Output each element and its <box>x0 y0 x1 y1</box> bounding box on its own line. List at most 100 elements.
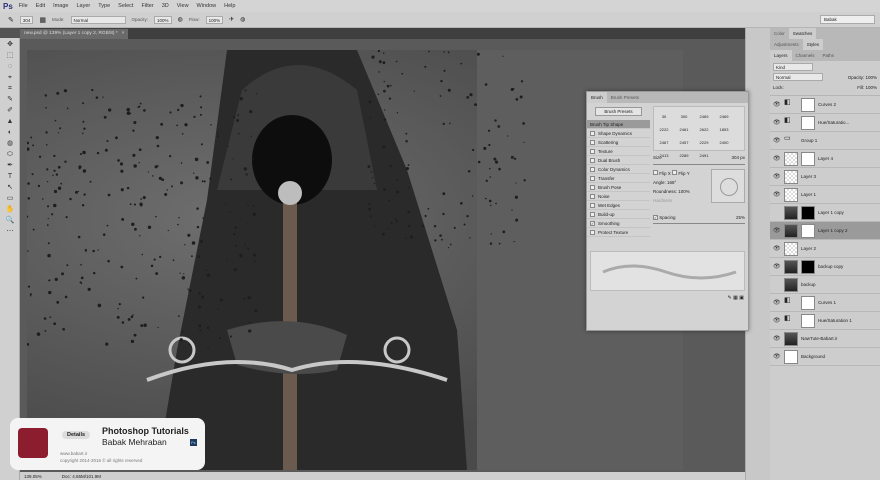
flip-y-checkbox[interactable] <box>672 170 678 175</box>
brush-option-row[interactable]: Build-up <box>587 210 650 219</box>
workspace-search[interactable]: Babak <box>820 15 875 24</box>
brush-option-row[interactable]: Protect Texture <box>587 228 650 237</box>
tab-swatches[interactable]: Swatches <box>788 28 817 39</box>
layer-name[interactable]: Background <box>801 354 825 359</box>
airbrush-icon[interactable]: ✈ <box>229 16 234 23</box>
tool-button[interactable]: ⋯ <box>4 227 16 236</box>
flow-field[interactable]: 100% <box>205 15 224 24</box>
document-canvas[interactable] <box>27 50 683 470</box>
layer-row[interactable]: 👁 Layer 2 <box>770 240 880 258</box>
visibility-eye-icon[interactable]: 👁 <box>773 101 781 108</box>
brush-tip-grid[interactable]: 30 300 2469 24692222 2461 2622 18532467 2457 222… <box>653 106 745 158</box>
visibility-eye-icon[interactable]: 👁 <box>773 155 781 162</box>
visibility-eye-icon[interactable]: 👁 <box>773 137 781 144</box>
brush-panel-toggle-icon[interactable]: ▦ <box>39 16 46 24</box>
brush-option-row[interactable]: Transfer <box>587 174 650 183</box>
visibility-eye-icon[interactable]: 👁 <box>773 119 781 126</box>
layer-row[interactable]: 👁 Background <box>770 348 880 366</box>
brush-option-row[interactable]: Noise <box>587 192 650 201</box>
tool-button[interactable]: ✒ <box>4 161 16 170</box>
brush-option-checkbox[interactable] <box>590 211 595 217</box>
layer-row[interactable]: 👁 Layer 1 copy 2 <box>770 222 880 240</box>
brush-option-checkbox[interactable] <box>590 148 595 154</box>
brush-tip[interactable]: 2491 <box>694 146 714 159</box>
menu-edit[interactable]: Edit <box>36 3 45 9</box>
brush-tip[interactable]: 2467 <box>654 133 674 146</box>
layer-name[interactable]: Layer 3 <box>801 174 816 179</box>
tab-adjustments[interactable]: Adjustments <box>770 39 803 50</box>
visibility-eye-icon[interactable]: 👁 <box>773 263 781 270</box>
size-field[interactable]: 304 px <box>731 155 745 160</box>
tool-button[interactable]: ↖ <box>4 183 16 192</box>
brush-size-picker[interactable]: 304 <box>19 15 34 24</box>
tab-brush[interactable]: Brush <box>587 92 607 103</box>
brush-tip[interactable]: 2400 <box>714 133 734 146</box>
brush-option-row[interactable]: Dual Brush <box>587 156 650 165</box>
tab-paths[interactable]: Paths <box>819 50 839 61</box>
tool-button[interactable]: T <box>4 172 16 181</box>
layer-name[interactable]: Hue/Saturatio... <box>818 120 849 125</box>
layer-name[interactable]: Layer 1 copy 2 <box>818 228 848 233</box>
tool-button[interactable]: ✥ <box>4 40 16 49</box>
brush-option-row[interactable]: Wet Edges <box>587 201 650 210</box>
document-tab[interactable]: new.psd @ 139% (Layer 1 copy 2, RGB/8) *… <box>20 29 129 39</box>
mode-select[interactable]: Normal <box>70 15 126 24</box>
visibility-eye-icon[interactable]: 👁 <box>773 245 781 252</box>
layer-name[interactable]: Curves 1 <box>818 300 836 305</box>
brush-option-checkbox[interactable] <box>590 166 595 172</box>
layer-row[interactable]: 👁 ◧ Hue/Saturation 1 <box>770 312 880 330</box>
brush-option-checkbox[interactable] <box>590 184 595 190</box>
tab-channels[interactable]: Channels <box>792 50 819 61</box>
brush-tip[interactable]: 2289 <box>674 146 694 159</box>
brush-option-row[interactable]: Shape Dynamics <box>587 129 650 138</box>
menu-window[interactable]: Window <box>197 3 217 9</box>
layer-filter-kind[interactable]: Kind <box>773 63 813 71</box>
visibility-eye-icon[interactable]: 👁 <box>773 317 781 324</box>
layer-mask-thumbnail[interactable] <box>801 97 815 112</box>
tab-color[interactable]: Color <box>770 28 789 39</box>
brush-tip[interactable]: 2461 <box>674 120 694 133</box>
tool-button[interactable]: ✎ <box>4 95 16 104</box>
size-slider[interactable] <box>653 164 745 165</box>
tool-button[interactable]: ⬭ <box>4 150 16 159</box>
tool-button[interactable]: ⬚ <box>4 51 16 60</box>
fill-field[interactable]: 100% <box>865 85 877 90</box>
layer-name[interactable]: Layer 2 <box>801 246 816 251</box>
menu-3d[interactable]: 3D <box>162 3 169 9</box>
visibility-eye-icon[interactable]: 👁 <box>773 227 781 234</box>
brush-option-checkbox[interactable] <box>590 157 595 163</box>
tool-button[interactable]: ◌ <box>4 62 16 71</box>
visibility-eye-icon[interactable]: 👁 <box>773 173 781 180</box>
tool-button[interactable]: ▲ <box>4 117 16 126</box>
pressure-size-icon[interactable]: ◍ <box>240 16 245 23</box>
brush-option-row[interactable]: Color Dynamics <box>587 165 650 174</box>
brush-tip[interactable]: 1853 <box>714 120 734 133</box>
layer-mask-thumbnail[interactable] <box>801 223 815 238</box>
brush-tip[interactable]: 2622 <box>694 120 714 133</box>
brush-tip[interactable]: 2469 <box>694 107 714 120</box>
opacity-field[interactable]: 100% <box>154 15 172 24</box>
brush-option-checkbox[interactable]: ✓ <box>590 220 595 226</box>
brush-tip[interactable]: 30 <box>654 107 674 120</box>
brush-tip[interactable]: 2222 <box>654 120 674 133</box>
menu-select[interactable]: Select <box>118 3 133 9</box>
brush-option-row[interactable]: Scattering <box>587 138 650 147</box>
brush-option-row[interactable]: Brush Pose <box>587 183 650 192</box>
layer-row[interactable]: 👁 Layer 3 <box>770 168 880 186</box>
brush-tip[interactable]: 2469 <box>714 107 734 120</box>
brush-option-checkbox[interactable] <box>590 175 595 181</box>
brush-angle-preview[interactable] <box>711 169 745 203</box>
layer-row[interactable]: Layer 1 copy <box>770 204 880 222</box>
layer-name[interactable]: Layer 1 <box>801 192 816 197</box>
layer-name[interactable]: Layer 1 copy <box>818 210 844 215</box>
layer-row[interactable]: backup <box>770 276 880 294</box>
menu-view[interactable]: View <box>177 3 189 9</box>
brush-tip[interactable]: 300 <box>674 107 694 120</box>
roundness-field[interactable]: 100% <box>678 189 690 194</box>
layer-mask-thumbnail[interactable] <box>801 295 815 310</box>
layer-mask-thumbnail[interactable] <box>801 115 815 130</box>
layer-name[interactable]: Hue/Saturation 1 <box>818 318 852 323</box>
visibility-eye-icon[interactable]: 👁 <box>773 335 781 342</box>
layer-mask-thumbnail[interactable] <box>801 205 815 220</box>
brush-presets-button[interactable]: Brush Presets <box>595 107 642 116</box>
